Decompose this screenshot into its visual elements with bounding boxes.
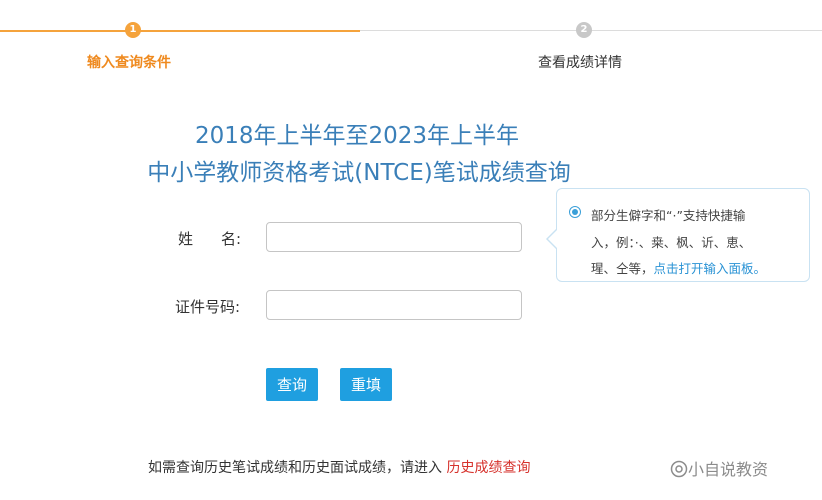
tooltip-text-line-2: 入，例：·、桒、枫、䜣、恵、 bbox=[591, 235, 752, 250]
history-score-query-link[interactable]: 历史成绩查询 bbox=[446, 460, 530, 476]
step-1-indicator: 1 bbox=[125, 22, 141, 38]
page-title-line-1: 2018年上半年至2023年上半年 bbox=[194, 123, 520, 149]
step-2-indicator: 2 bbox=[576, 22, 592, 38]
radio-dot-icon bbox=[569, 206, 581, 218]
step-1-label: 输入查询条件 bbox=[87, 55, 171, 71]
query-button[interactable]: 查询 bbox=[266, 368, 318, 401]
step-progress-line-active bbox=[0, 30, 360, 32]
open-input-panel-link[interactable]: 点击打开输入面板。 bbox=[654, 261, 767, 276]
id-number-input[interactable] bbox=[266, 290, 522, 320]
watermark-text: 小自说教资 bbox=[688, 460, 769, 479]
tooltip-text-line-3-prefix: 瑆、仝等， bbox=[591, 261, 654, 276]
tooltip-text-line-3: 瑆、仝等，点击打开输入面板。 bbox=[591, 258, 766, 277]
rare-character-tooltip: 部分生僻字和“·”支持快捷输 入，例：·、桒、枫、䜣、恵、 瑆、仝等，点击打开输… bbox=[546, 188, 810, 282]
name-label-first-char: 姓 bbox=[178, 230, 194, 248]
tooltip-text-line-1: 部分生僻字和“·”支持快捷输 bbox=[591, 208, 746, 223]
watermark: 小自说教资 bbox=[670, 456, 768, 480]
reset-button[interactable]: 重填 bbox=[340, 368, 392, 401]
name-input[interactable] bbox=[266, 222, 522, 252]
watermark-logo-icon bbox=[670, 460, 688, 478]
page: 1 2 输入查询条件 查看成绩详情 2018年上半年至2023年上半年 中小学教… bbox=[0, 0, 822, 500]
id-number-field-label: 证件号码: bbox=[175, 298, 241, 316]
step-2-label: 查看成绩详情 bbox=[538, 55, 622, 71]
page-title-line-2: 中小学教师资格考试(NTCE)笔试成绩查询 bbox=[147, 160, 571, 186]
tooltip-arrow-fill bbox=[548, 229, 558, 249]
history-query-note: 如需查询历史笔试成绩和历史面试成绩，请进入 历史成绩查询 bbox=[148, 457, 530, 477]
name-field-label: 姓 名: bbox=[178, 228, 241, 249]
history-query-note-text: 如需查询历史笔试成绩和历史面试成绩，请进入 bbox=[148, 460, 447, 476]
name-label-last-char: 名: bbox=[221, 230, 242, 248]
